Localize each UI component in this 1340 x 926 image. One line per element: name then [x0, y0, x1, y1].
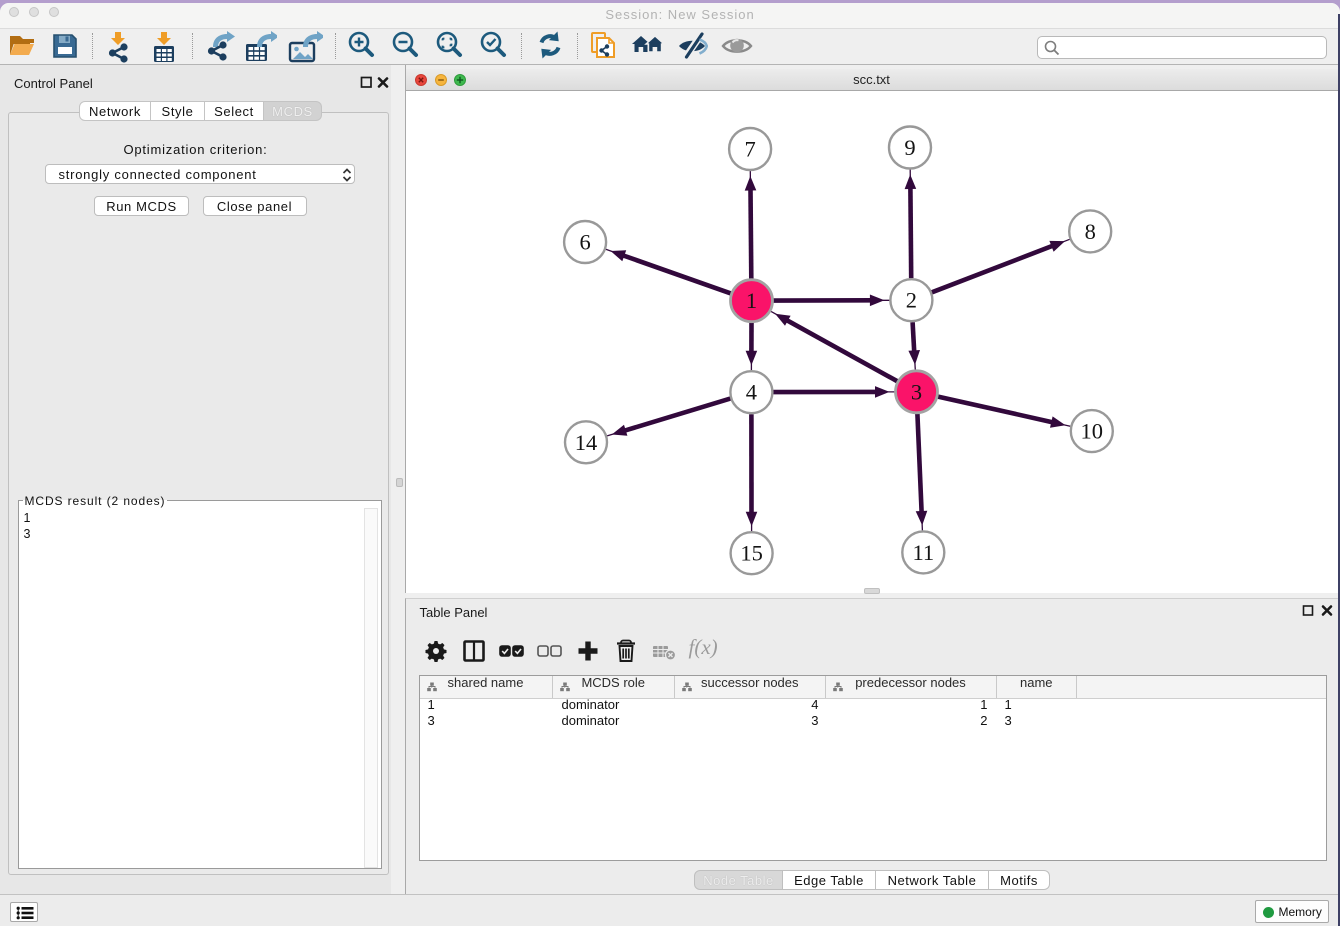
svg-text:11: 11 [912, 539, 934, 564]
svg-text:1: 1 [745, 288, 756, 313]
svg-text:6: 6 [579, 229, 590, 254]
svg-text:4: 4 [745, 379, 756, 404]
svg-text:8: 8 [1084, 218, 1095, 243]
svg-text:10: 10 [1080, 418, 1103, 443]
svg-text:2: 2 [905, 287, 916, 312]
svg-text:3: 3 [910, 379, 921, 404]
svg-text:15: 15 [740, 540, 763, 565]
svg-text:14: 14 [574, 429, 597, 454]
svg-text:7: 7 [744, 136, 755, 161]
svg-text:9: 9 [904, 135, 915, 160]
